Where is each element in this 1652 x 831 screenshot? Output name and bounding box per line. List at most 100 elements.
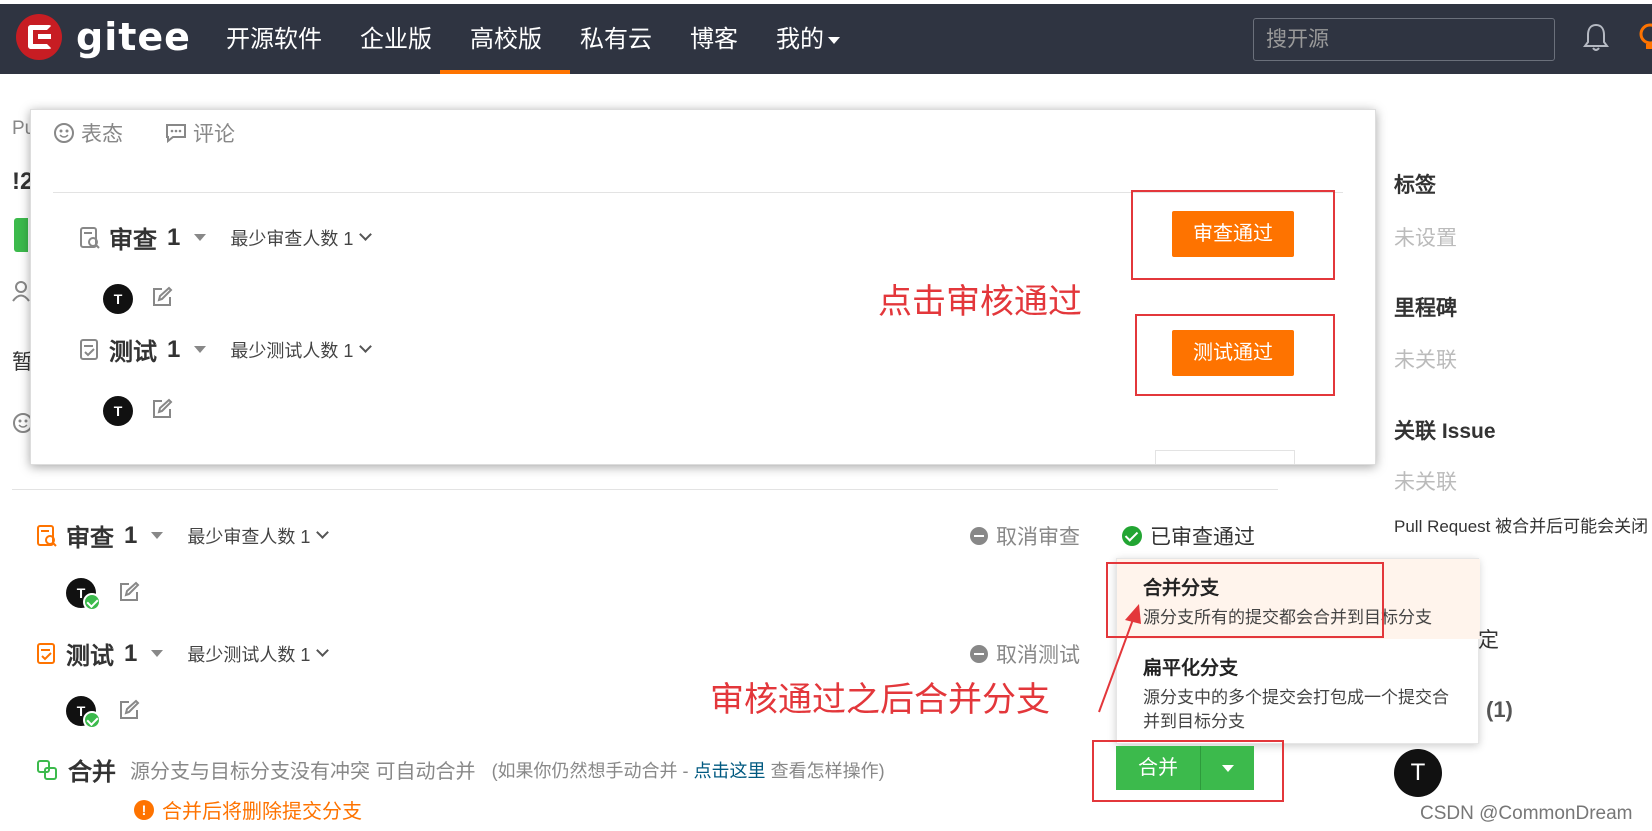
minus-circle-icon (970, 645, 988, 663)
review-popup: 表态 评论 审查 1 最少审查人数 1 T 测试 1 最少测试人数 1 T 审查… (30, 109, 1376, 465)
comment-icon (166, 124, 186, 143)
user-icon (12, 281, 30, 302)
annotation-box (1135, 314, 1335, 396)
merge-icon (37, 759, 57, 780)
review-title: 审查 (109, 227, 157, 254)
avatar: T (103, 284, 133, 314)
linked-issue-title: 关联 Issue (1394, 420, 1496, 443)
chevron-down-icon[interactable] (316, 644, 330, 657)
cancel-review-button[interactable]: 取消审查 (970, 521, 1080, 551)
milestone-title: 里程碑 (1394, 297, 1457, 320)
avatar[interactable]: T (1394, 749, 1442, 797)
review-count: 1 (167, 223, 181, 251)
watermark: CSDN @CommonDream (1420, 803, 1633, 824)
avatar: T (103, 396, 133, 426)
test-title: 测试 (109, 339, 157, 366)
labels-value: 未设置 (1394, 227, 1457, 250)
min-reviewers-select[interactable]: 最少审查人数 1 (187, 523, 310, 549)
sidebar-fragment: 定 (1478, 629, 1499, 652)
cancel-test-button[interactable]: 取消测试 (970, 639, 1080, 669)
comment-label: 评论 (193, 123, 235, 146)
lightbulb-icon[interactable] (1636, 22, 1652, 52)
review-count: 1 (124, 521, 138, 549)
squash-branch-option[interactable]: 扁平化分支 源分支中的多个提交会打包成一个提交合并到目标分支 (1143, 653, 1453, 734)
check-badge-icon (83, 711, 101, 729)
edit-icon[interactable] (118, 581, 140, 603)
modal-test-section: 测试 1 最少测试人数 1 (79, 332, 373, 367)
cancel-test-label: 取消测试 (996, 644, 1080, 667)
caret-down-icon[interactable] (151, 650, 164, 657)
nav-mine[interactable]: 我的 (776, 20, 840, 74)
review-approved-status: 已审查通过 (1122, 521, 1255, 551)
min-testers-select[interactable]: 最少测试人数 1 (230, 337, 353, 363)
min-testers-select[interactable]: 最少测试人数 1 (187, 641, 310, 667)
main-nav: 开源软件 企业版 高校版 私有云 博客 我的 (226, 20, 878, 74)
cancel-review-label: 取消审查 (996, 526, 1080, 549)
emoji-icon (54, 123, 74, 143)
status-badge-fragment (14, 218, 28, 252)
merge-section: 合并 源分支与目标分支没有冲突 可自动合并 (如果你仍然想手动合并 - 点击这里… (36, 752, 885, 787)
approved-label: 已审查通过 (1150, 526, 1255, 549)
annotation-box (1092, 740, 1284, 802)
gitee-logo-icon (16, 14, 62, 60)
edit-icon[interactable] (118, 699, 140, 721)
caret-down-icon[interactable] (151, 532, 164, 539)
comment-button[interactable]: 评论 (165, 118, 235, 148)
merge-hint-prefix: (如果你仍然想手动合并 - (491, 760, 694, 781)
labels-title: 标签 (1394, 174, 1436, 197)
caret-down-icon[interactable] (194, 346, 207, 353)
participant-count: (1) (1486, 697, 1513, 722)
cut-off-row (1155, 450, 1295, 464)
option-title: 扁平化分支 (1143, 658, 1239, 679)
merge-hint: (如果你仍然想手动合并 - 点击这里 查看怎样操作) (492, 757, 885, 783)
review-icon (80, 226, 100, 249)
milestone-value: 未关联 (1394, 349, 1457, 372)
logo-text: gitee (76, 15, 191, 59)
divider (12, 489, 1278, 490)
test-count: 1 (167, 335, 181, 363)
nav-open-source[interactable]: 开源软件 (226, 20, 322, 74)
search-input[interactable] (1253, 18, 1555, 61)
chevron-down-icon[interactable] (359, 228, 373, 241)
linked-issue-value: 未关联 (1394, 471, 1457, 494)
annotation-arrow (1098, 604, 1141, 713)
chevron-down-icon[interactable] (316, 526, 330, 539)
edit-icon[interactable] (151, 398, 173, 420)
reaction-label: 表态 (81, 123, 123, 146)
caret-down-icon[interactable] (194, 234, 207, 241)
annotation-box (1106, 562, 1384, 638)
test-title: 测试 (66, 643, 114, 670)
top-border (0, 0, 1652, 4)
modal-review-section: 审查 1 最少审查人数 1 (79, 220, 373, 255)
test-icon (37, 642, 55, 664)
nav-education[interactable]: 高校版 (440, 20, 570, 74)
nav-blog[interactable]: 博客 (690, 20, 738, 74)
test-count: 1 (124, 639, 138, 667)
test-icon (80, 338, 98, 360)
manual-merge-link[interactable]: 点击这里 (694, 761, 766, 781)
reaction-button[interactable]: 表态 (53, 118, 123, 148)
avatar: T (66, 578, 101, 611)
warning-text: 合并后将删除提交分支 (162, 801, 362, 823)
review-icon (37, 524, 57, 547)
gitee-logo[interactable]: gitee (16, 14, 191, 60)
edit-icon[interactable] (151, 286, 173, 308)
nav-enterprise[interactable]: 企业版 (360, 20, 432, 74)
nav-private-cloud[interactable]: 私有云 (580, 20, 652, 74)
merge-desc: 源分支与目标分支没有冲突 可自动合并 (130, 761, 476, 783)
nav-mine-label: 我的 (776, 26, 824, 53)
warning-icon: ! (134, 799, 154, 820)
minus-circle-icon (970, 527, 988, 545)
min-reviewers-select[interactable]: 最少审查人数 1 (230, 225, 353, 251)
annotation-box (1131, 190, 1335, 280)
bell-icon[interactable] (1583, 22, 1609, 52)
test-section: 测试 1 最少测试人数 1 (36, 636, 330, 671)
merge-title: 合并 (68, 759, 116, 786)
merge-hint-suffix: 查看怎样操作) (765, 760, 885, 781)
avatar: T (66, 696, 101, 729)
chevron-down-icon[interactable] (359, 340, 373, 353)
modal-actions: 表态 评论 (53, 118, 277, 148)
review-title: 审查 (66, 525, 114, 552)
review-section: 审查 1 最少审查人数 1 (36, 518, 330, 553)
annotation-text: 点击审核通过 (878, 283, 1082, 321)
